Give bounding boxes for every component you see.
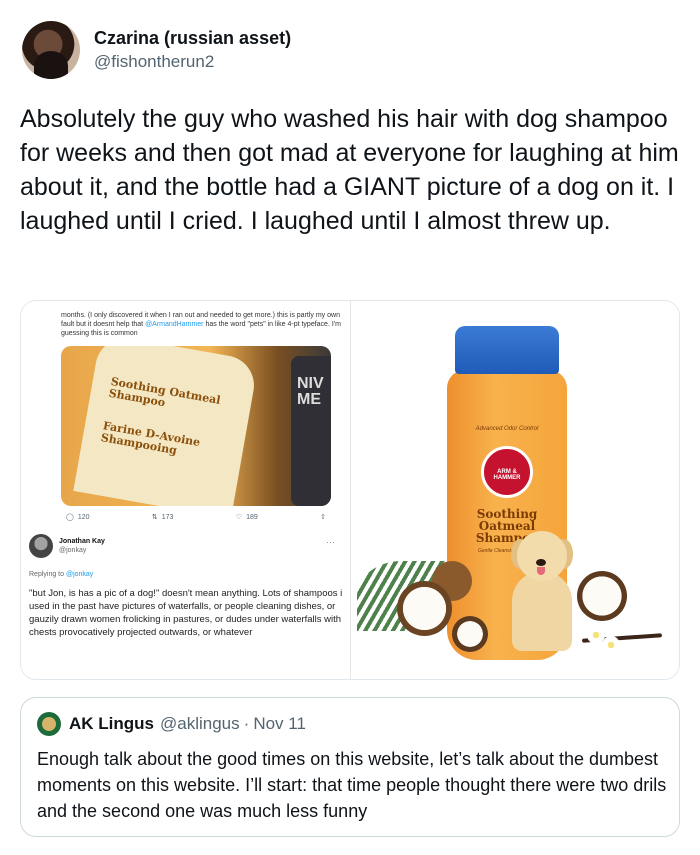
retweet-count: 173 xyxy=(161,513,174,521)
quoted-tweet-header: AK Lingus @aklingus · Nov 11 xyxy=(37,712,306,736)
replying-to: Replying to @jonkay xyxy=(29,571,93,578)
reply-header: Jonathan Kay @jonkay xyxy=(29,534,105,558)
media-grid: months. (I only discovered it when I ran… xyxy=(20,300,680,680)
flower-image xyxy=(602,636,620,654)
screenshot-mention-link: @ArmandHammer xyxy=(145,321,204,328)
reply-names: Jonathan Kay @jonkay xyxy=(59,537,105,555)
bottle-label-fr: Farine D-Avoine Shampooing xyxy=(99,419,202,458)
reply-handle: @jonkay xyxy=(59,547,87,554)
replying-link: @jonkay xyxy=(65,571,94,578)
tweet-header: Czarina (russian asset) @fishontherun2 xyxy=(22,20,291,80)
quoted-tweet-text: Enough talk about the good times on this… xyxy=(37,749,667,821)
screenshot-stats: ◯ 120 ⇅ 173 ♡ 189 ⇧ xyxy=(66,513,326,522)
dog-image xyxy=(507,531,577,651)
separator-dot: · xyxy=(243,714,250,733)
reply-stat: ◯ 120 xyxy=(66,513,90,522)
share-icon: ⇧ xyxy=(320,514,326,521)
dog-body xyxy=(512,571,572,651)
retweet-stat: ⇅ 173 xyxy=(151,513,174,522)
bottle-label-en: Soothing Oatmeal Shampoo xyxy=(107,374,222,410)
author-names: Czarina (russian asset) @fishontherun2 xyxy=(94,27,291,73)
coconut-half-image xyxy=(452,616,488,652)
brand-badge: ARM & HAMMER xyxy=(481,446,533,498)
quoted-avatar xyxy=(37,712,61,736)
quoted-date: Nov 11 xyxy=(253,714,306,733)
more-options-icon: ··· xyxy=(326,537,335,547)
reply-body: "but Jon, is has a pic of a dog!" doesn'… xyxy=(29,588,343,638)
avatar[interactable] xyxy=(22,21,80,79)
coconut-half-image xyxy=(397,581,452,636)
other-bottle-label: NIV ME xyxy=(297,375,324,408)
replying-prefix: Replying to xyxy=(29,571,66,578)
quoted-display-name: AK Lingus xyxy=(69,714,154,733)
media-screenshot[interactable]: months. (I only discovered it when I ran… xyxy=(21,301,351,679)
other-bottle-image: NIV ME xyxy=(291,356,331,506)
reply-avatar xyxy=(29,534,53,558)
screenshot-tweet-text: months. (I only discovered it when I ran… xyxy=(61,311,341,338)
screenshot-photo: Soothing Oatmeal Shampoo Farine D-Avoine… xyxy=(61,346,331,506)
tweet-text: Absolutely the guy who washed his hair w… xyxy=(20,105,679,235)
bottle-cap xyxy=(455,326,559,374)
coconut-half-image xyxy=(577,571,627,621)
shampoo-bottle-image: Soothing Oatmeal Shampoo Farine D-Avoine… xyxy=(73,346,259,506)
quoted-handle: @aklingus xyxy=(160,714,240,733)
media-product-photo[interactable]: Advanced Odor Control ARM & HAMMER Sooth… xyxy=(352,301,679,679)
product-top-text: Advanced Odor Control xyxy=(475,426,539,432)
user-handle[interactable]: @fishontherun2 xyxy=(94,51,291,73)
reply-count: 120 xyxy=(77,513,90,521)
display-name[interactable]: Czarina (russian asset) xyxy=(94,27,291,49)
dog-nose xyxy=(536,559,546,566)
retweet-icon: ⇅ xyxy=(151,514,158,521)
heart-icon: ♡ xyxy=(235,514,243,521)
reply-display-name: Jonathan Kay xyxy=(59,538,105,545)
dog-tongue xyxy=(537,567,545,575)
reply-icon: ◯ xyxy=(66,514,74,521)
like-count: 189 xyxy=(246,513,258,521)
like-stat: ♡ 189 xyxy=(235,513,258,522)
quoted-tweet[interactable]: AK Lingus @aklingus · Nov 11 Enough talk… xyxy=(20,697,680,837)
